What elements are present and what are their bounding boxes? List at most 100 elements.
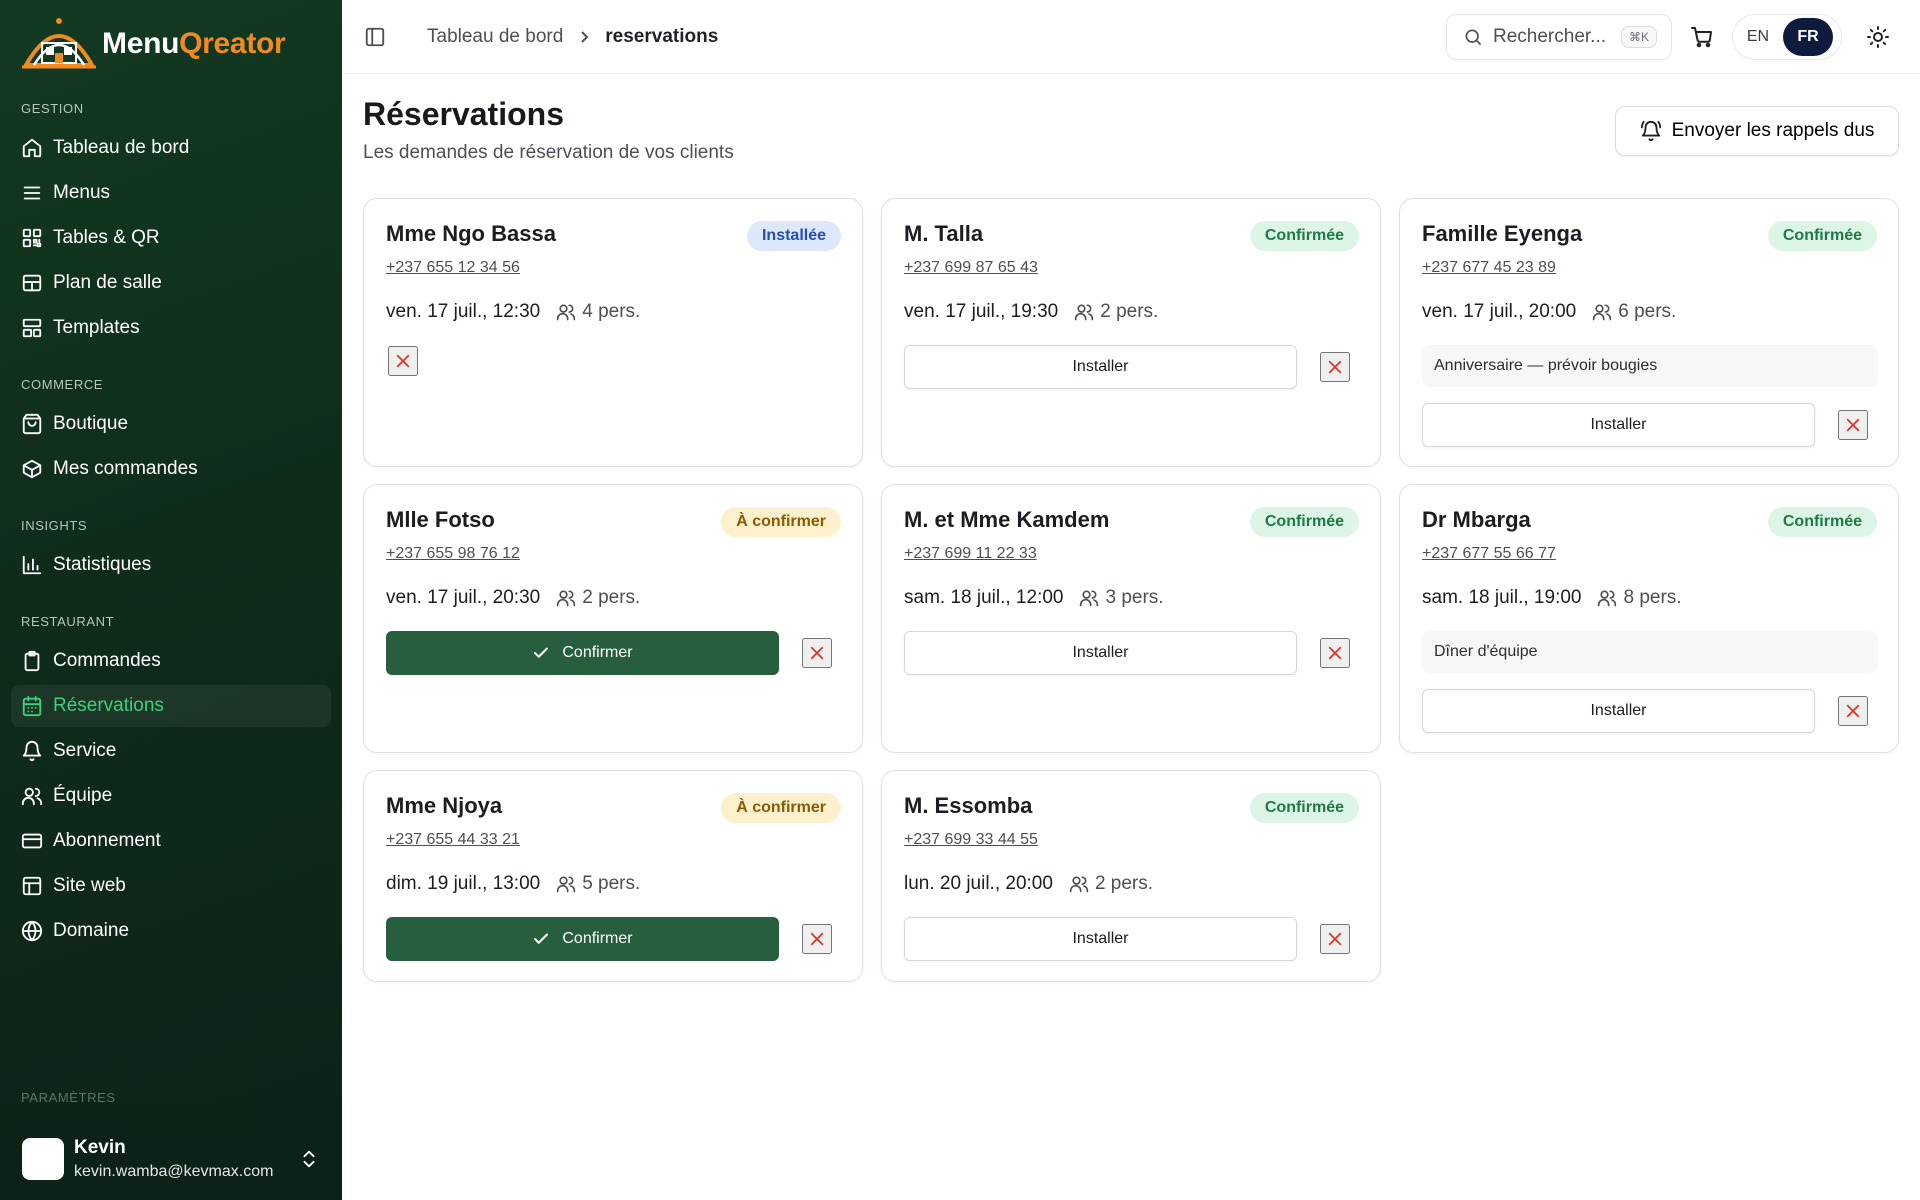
reservation-meta: sam. 18 juil., 12:00 3 pers. (904, 587, 1164, 609)
sidebar-toggle-icon[interactable] (364, 26, 386, 48)
install-button[interactable]: Installer (904, 631, 1297, 675)
phone-link[interactable]: +237 655 44 33 21 (386, 831, 520, 849)
globe-icon (21, 920, 43, 942)
sidebar-item-templates[interactable]: Templates (11, 307, 331, 349)
sidebar-item-label: Plan de salle (53, 272, 162, 293)
sidebar-item-mes-commandes[interactable]: Mes commandes (11, 448, 331, 490)
search-placeholder: Rechercher... (1493, 26, 1606, 47)
phone-link[interactable]: +237 655 12 34 56 (386, 259, 520, 277)
guest-count-label: 3 pers. (1105, 587, 1164, 608)
cancel-reservation-button[interactable] (1838, 696, 1868, 726)
reservation-card: Mlle Fotso À confirmer +237 655 98 76 12 ve… (363, 484, 863, 753)
breadcrumb-link-dashboard[interactable]: Tableau de bord (427, 26, 563, 48)
sidebar-item-plan-de-salle[interactable]: Plan de salle (11, 262, 331, 304)
sidebar-item-abonnement[interactable]: Abonnement (11, 820, 331, 862)
sidebar-item-label: Service (53, 740, 117, 761)
phone-link[interactable]: +237 699 11 22 33 (904, 545, 1037, 563)
guest-count: 2 pers. (1074, 301, 1158, 323)
sidebar-item-equipe[interactable]: Équipe (11, 775, 331, 817)
lang-fr-button[interactable]: FR (1783, 18, 1833, 56)
close-icon (396, 354, 410, 368)
customer-name: Famille Eyenga (1422, 221, 1583, 246)
user-email: kevin.wamba@kevmax.com (74, 1163, 274, 1180)
phone-link[interactable]: +237 677 45 23 89 (1422, 259, 1556, 277)
guest-count-label: 2 pers. (582, 587, 641, 608)
cancel-reservation-button[interactable] (388, 346, 418, 376)
sidebar-item-reservations[interactable]: Réservations (11, 685, 331, 727)
phone-link[interactable]: +237 655 98 76 12 (386, 545, 520, 563)
reservation-meta: dim. 19 juil., 13:00 5 pers. (386, 873, 640, 895)
close-icon (1328, 646, 1342, 660)
status-badge: Installée (746, 221, 841, 251)
sidebar-item-menus[interactable]: Menus (11, 172, 331, 214)
sidebar-item-service[interactable]: Service (11, 730, 331, 772)
search-input[interactable]: Rechercher... ⌘K (1446, 14, 1672, 60)
users-icon (1593, 304, 1612, 321)
clipboard-icon (21, 650, 43, 672)
breadcrumb-current: reservations (605, 26, 719, 47)
phone-link[interactable]: +237 699 33 44 55 (904, 831, 1038, 849)
confirm-button[interactable]: Confirmer (386, 917, 779, 961)
send-reminders-button[interactable]: Envoyer les rappels dus (1615, 106, 1899, 156)
page-subtitle: Les demandes de réservation de vos clien… (363, 142, 734, 163)
status-badge: Confirmée (1249, 507, 1359, 537)
sidebar-item-label: Réservations (53, 695, 164, 716)
cancel-reservation-button[interactable] (802, 924, 832, 954)
sidebar-item-boutique[interactable]: Boutique (11, 403, 331, 445)
cancel-reservation-button[interactable] (1838, 410, 1868, 440)
page-title: Réservations (363, 96, 564, 132)
install-button[interactable]: Installer (904, 917, 1297, 961)
brand-logo[interactable]: MenuQreator (20, 14, 286, 74)
cancel-reservation-button[interactable] (1320, 924, 1350, 954)
search-icon (1465, 29, 1482, 46)
chevrons-up-down-icon[interactable] (298, 1148, 320, 1170)
reservation-date: ven. 17 juil., 12:30 (386, 301, 541, 322)
reservation-card: Famille Eyenga Confirmée +237 677 45 23 89… (1399, 198, 1899, 467)
cancel-reservation-button[interactable] (802, 638, 832, 668)
sidebar-item-domaine[interactable]: Domaine (11, 910, 331, 952)
sun-icon[interactable] (1866, 25, 1890, 49)
install-button[interactable]: Installer (1422, 689, 1815, 733)
reservations-grid: Mme Ngo Bassa Installée +237 655 12 34 56 v… (363, 198, 1899, 982)
cancel-reservation-button[interactable] (1320, 638, 1350, 668)
section-label-commerce: COMMERCE (21, 377, 104, 392)
reservation-meta: ven. 17 juil., 20:00 6 pers. (1422, 301, 1676, 323)
lang-en-button[interactable]: EN (1733, 28, 1783, 46)
check-icon (534, 933, 549, 944)
guest-count: 6 pers. (1592, 301, 1676, 323)
brand-name: MenuQreator (102, 27, 286, 60)
customer-name: M. Essomba (904, 793, 1033, 818)
sidebar-item-commandes[interactable]: Commandes (11, 640, 331, 682)
users-icon (21, 785, 43, 807)
cancel-reservation-button[interactable] (1320, 352, 1350, 382)
reservation-meta: lun. 20 juil., 20:00 2 pers. (904, 873, 1153, 895)
phone-link[interactable]: +237 677 55 66 77 (1422, 545, 1556, 563)
install-button[interactable]: Installer (1422, 403, 1815, 447)
user-menu[interactable]: PARAMÈTRES Kevin kevin.wamba@kevmax.com (0, 1090, 342, 1200)
close-icon (1846, 704, 1860, 718)
confirm-button[interactable]: Confirmer (386, 631, 779, 675)
sidebar: MenuQreator GESTION Tableau de bord Menus T… (0, 0, 342, 1200)
reservation-date: ven. 17 juil., 20:30 (386, 587, 541, 608)
guest-count-label: 6 pers. (1618, 301, 1677, 322)
close-icon (810, 932, 824, 946)
language-switcher: EN FR (1732, 14, 1842, 60)
phone-link[interactable]: +237 699 87 65 43 (904, 259, 1038, 277)
sidebar-item-label: Domaine (53, 920, 130, 941)
cart-icon[interactable] (1690, 25, 1714, 49)
sidebar-item-statistiques[interactable]: Statistiques (11, 544, 331, 586)
sidebar-item-tableau-de-bord[interactable]: Tableau de bord (11, 127, 331, 169)
guest-count-label: 8 pers. (1623, 587, 1682, 608)
sidebar-item-label: Équipe (53, 785, 113, 806)
install-button[interactable]: Installer (904, 345, 1297, 389)
template-icon (21, 317, 43, 339)
breadcrumb: Tableau de bord reservations (427, 26, 718, 48)
sidebar-item-site-web[interactable]: Site web (11, 865, 331, 907)
customer-name: Dr Mbarga (1422, 507, 1531, 532)
sidebar-item-label: Tables & QR (53, 227, 160, 248)
send-reminders-label: Envoyer les rappels dus (1671, 120, 1875, 141)
sidebar-item-tables-qr[interactable]: Tables & QR (11, 217, 331, 259)
